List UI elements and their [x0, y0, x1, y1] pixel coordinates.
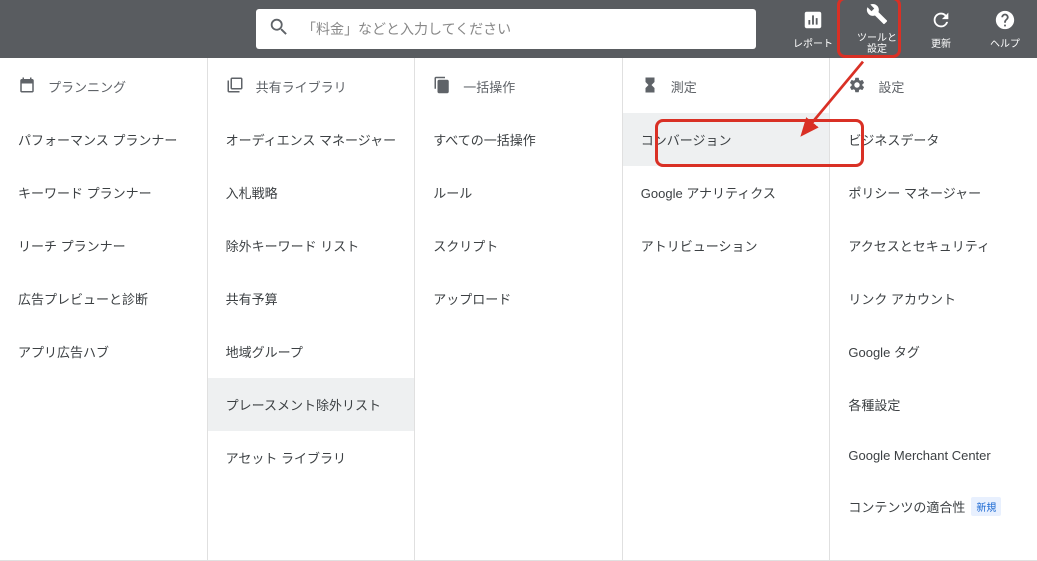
header-library-label: 共有ライブラリ — [256, 77, 347, 96]
item-merchant-center[interactable]: Google Merchant Center — [830, 431, 1037, 480]
header-bulk: 一括操作 — [415, 58, 622, 113]
bar-chart-icon — [802, 9, 824, 36]
item-placement-exclusion[interactable]: プレースメント除外リスト — [208, 378, 415, 431]
col-library: 共有ライブラリ オーディエンス マネージャー 入札戦略 除外キーワード リスト … — [208, 58, 416, 560]
item-link-account[interactable]: リンク アカウント — [830, 272, 1037, 325]
item-content-suitability[interactable]: コンテンツの適合性 新規 — [830, 480, 1037, 533]
header-measure-label: 測定 — [671, 77, 697, 96]
header-planning: プランニング — [0, 58, 207, 113]
col-planning: プランニング パフォーマンス プランナー キーワード プランナー リーチ プラン… — [0, 58, 208, 560]
refresh-button[interactable]: 更新 — [909, 0, 973, 58]
refresh-label: 更新 — [931, 39, 951, 50]
header-planning-label: プランニング — [48, 77, 126, 96]
item-performance-planner[interactable]: パフォーマンス プランナー — [0, 113, 207, 166]
help-button[interactable]: ヘルプ — [973, 0, 1037, 58]
tools-settings-button[interactable]: ツールと 設定 — [845, 0, 909, 58]
item-keyword-planner[interactable]: キーワード プランナー — [0, 166, 207, 219]
tools-menu-panel: プランニング パフォーマンス プランナー キーワード プランナー リーチ プラン… — [0, 58, 1037, 561]
col-bulk: 一括操作 すべての一括操作 ルール スクリプト アップロード — [415, 58, 623, 560]
header-library: 共有ライブラリ — [208, 58, 415, 113]
report-label: レポート — [793, 39, 833, 50]
new-badge: 新規 — [971, 497, 1001, 516]
item-audience-manager[interactable]: オーディエンス マネージャー — [208, 113, 415, 166]
item-ad-preview[interactable]: 広告プレビューと診断 — [0, 272, 207, 325]
item-negative-keywords[interactable]: 除外キーワード リスト — [208, 219, 415, 272]
item-various-settings[interactable]: 各種設定 — [830, 378, 1037, 431]
wrench-icon — [866, 3, 888, 30]
help-icon — [994, 9, 1016, 36]
gear-icon — [848, 76, 866, 97]
hourglass-icon — [641, 76, 659, 97]
item-access-security[interactable]: アクセスとセキュリティ — [830, 219, 1037, 272]
header-bulk-label: 一括操作 — [463, 77, 515, 96]
help-label: ヘルプ — [990, 39, 1020, 50]
item-scripts[interactable]: スクリプト — [415, 219, 622, 272]
topbar-actions: レポート ツールと 設定 更新 ヘルプ — [781, 0, 1037, 58]
content-suitability-label: コンテンツの適合性 — [848, 497, 965, 516]
item-attribution[interactable]: アトリビューション — [623, 219, 830, 272]
item-business-data[interactable]: ビジネスデータ — [830, 113, 1037, 166]
item-shared-budget[interactable]: 共有予算 — [208, 272, 415, 325]
planning-icon — [18, 76, 36, 97]
item-google-tag[interactable]: Google タグ — [830, 325, 1037, 378]
library-icon — [226, 76, 244, 97]
item-bid-strategy[interactable]: 入札戦略 — [208, 166, 415, 219]
search-input[interactable] — [302, 21, 744, 37]
item-reach-planner[interactable]: リーチ プランナー — [0, 219, 207, 272]
item-policy-manager[interactable]: ポリシー マネージャー — [830, 166, 1037, 219]
topbar: レポート ツールと 設定 更新 ヘルプ — [0, 0, 1037, 58]
header-measure: 測定 — [623, 58, 830, 113]
item-conversion[interactable]: コンバージョン — [623, 113, 830, 166]
item-all-bulk[interactable]: すべての一括操作 — [415, 113, 622, 166]
item-google-analytics[interactable]: Google アナリティクス — [623, 166, 830, 219]
header-settings: 設定 — [830, 58, 1037, 113]
col-settings: 設定 ビジネスデータ ポリシー マネージャー アクセスとセキュリティ リンク ア… — [830, 58, 1037, 560]
item-app-ads-hub[interactable]: アプリ広告ハブ — [0, 325, 207, 378]
report-button[interactable]: レポート — [781, 0, 845, 58]
item-rules[interactable]: ルール — [415, 166, 622, 219]
item-upload[interactable]: アップロード — [415, 272, 622, 325]
col-measure: 測定 コンバージョン Google アナリティクス アトリビューション — [623, 58, 831, 560]
search-box[interactable] — [256, 9, 756, 49]
search-icon — [268, 16, 302, 43]
item-asset-library[interactable]: アセット ライブラリ — [208, 431, 415, 484]
tools-label: ツールと 設定 — [857, 33, 897, 55]
header-settings-label: 設定 — [878, 77, 904, 96]
refresh-icon — [930, 9, 952, 36]
item-location-groups[interactable]: 地域グループ — [208, 325, 415, 378]
bulk-icon — [433, 76, 451, 97]
